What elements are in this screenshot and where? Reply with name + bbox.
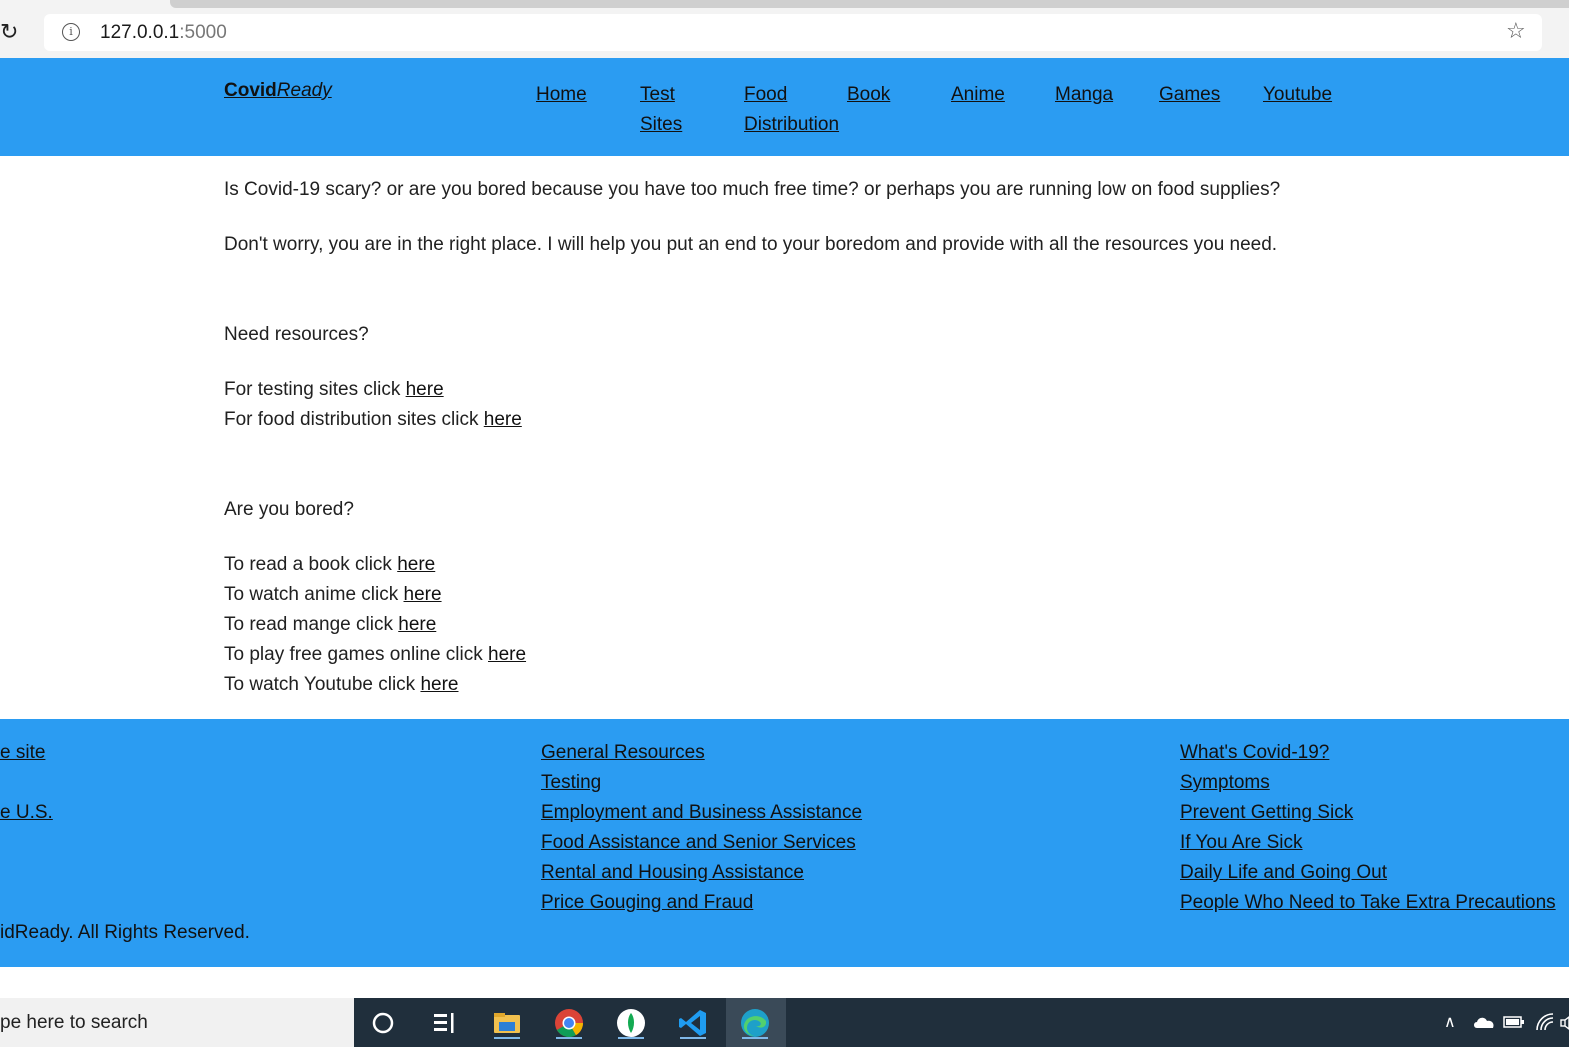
anime-line: To watch anime click here <box>224 583 442 607</box>
edge-icon[interactable] <box>738 1006 772 1040</box>
battery-icon[interactable] <box>1503 1015 1525 1029</box>
resources-heading: Need resources? <box>224 324 369 345</box>
youtube-here-link[interactable]: here <box>420 674 458 695</box>
testing-text: For testing sites click <box>224 379 406 400</box>
nav-food-line1: Food <box>744 84 788 105</box>
anime-here-link[interactable]: here <box>404 584 442 605</box>
nav-anime[interactable]: Anime <box>951 80 1005 110</box>
brand-logo[interactable]: CovidReady <box>224 80 332 102</box>
reload-icon[interactable]: ↻ <box>0 20 22 46</box>
footer-daily-life[interactable]: Daily Life and Going Out <box>1180 861 1387 885</box>
anime-text: To watch anime click <box>224 584 404 605</box>
footer-general-resources[interactable]: General Resources <box>541 741 705 765</box>
intro-text-1: Is Covid-19 scary? or are you bored beca… <box>224 179 1281 200</box>
star-icon[interactable]: ☆ <box>1506 20 1526 44</box>
taskbar-search-placeholder: pe here to search <box>0 1012 148 1033</box>
footer-prevent-sick[interactable]: Prevent Getting Sick <box>1180 801 1353 825</box>
footer-testing[interactable]: Testing <box>541 771 601 795</box>
wifi-icon[interactable] <box>1535 1012 1555 1032</box>
cortana-icon[interactable] <box>366 1006 400 1040</box>
nav-youtube[interactable]: Youtube <box>1263 80 1332 110</box>
book-text: To read a book click <box>224 554 398 575</box>
nav-food-line2: Distribution <box>744 114 840 135</box>
footer-left-link-2[interactable]: e U.S. <box>0 801 53 825</box>
tab-strip <box>170 0 1569 8</box>
url-text[interactable]: 127.0.0.1:5000 <box>100 22 227 44</box>
footer-if-sick[interactable]: If You Are Sick <box>1180 831 1303 855</box>
copyright-text: idReady. All Rights Reserved. <box>0 922 250 943</box>
games-here-link[interactable]: here <box>488 644 526 665</box>
bored-heading: Are you bored? <box>224 499 354 520</box>
food-text: For food distribution sites click <box>224 409 484 430</box>
youtube-line: To watch Youtube click here <box>224 673 459 697</box>
book-here-link[interactable]: here <box>397 554 435 575</box>
testing-here-link[interactable]: here <box>406 379 444 400</box>
url-host: 127.0.0.1 <box>100 22 180 43</box>
nav-test-sites[interactable]: Test Sites <box>640 80 682 140</box>
nav-games[interactable]: Games <box>1159 80 1220 110</box>
nav-book[interactable]: Book <box>847 80 890 110</box>
footer-symptoms[interactable]: Symptoms <box>1180 771 1270 795</box>
nav-test-sites-line1: Test <box>640 84 675 105</box>
food-here-link[interactable]: here <box>484 409 522 430</box>
mongodb-compass-icon[interactable] <box>614 1006 648 1040</box>
book-line: To read a book click here <box>224 553 435 577</box>
testing-line: For testing sites click here <box>224 378 444 402</box>
games-line: To play free games online click here <box>224 643 526 667</box>
file-explorer-icon[interactable] <box>490 1006 524 1040</box>
footer-whats-covid[interactable]: What's Covid-19? <box>1180 741 1329 765</box>
footer-price-gouging[interactable]: Price Gouging and Fraud <box>541 891 753 915</box>
footer-extra-precautions[interactable]: People Who Need to Take Extra Precaution… <box>1180 891 1556 915</box>
speaker-icon[interactable] <box>1560 1016 1569 1030</box>
youtube-text: To watch Youtube click <box>224 674 421 695</box>
manga-line: To read mange click here <box>224 613 436 637</box>
manga-text: To read mange click <box>224 614 399 635</box>
brand-italic: Ready <box>276 80 332 101</box>
footer-employment[interactable]: Employment and Business Assistance <box>541 801 862 825</box>
info-icon[interactable]: i <box>62 23 80 41</box>
chrome-icon[interactable] <box>552 1006 586 1040</box>
nav-home[interactable]: Home <box>536 80 587 110</box>
onedrive-icon[interactable] <box>1472 1014 1496 1030</box>
food-line: For food distribution sites click here <box>224 408 522 432</box>
footer-food-assistance[interactable]: Food Assistance and Senior Services <box>541 831 856 855</box>
brand-bold: Covid <box>224 80 277 101</box>
tray-chevron-icon[interactable]: ∧ <box>1444 1012 1456 1032</box>
intro-text-2: Don't worry, you are in the right place.… <box>224 234 1278 255</box>
footer-left-link-1[interactable]: e site <box>0 741 45 765</box>
address-bar[interactable] <box>44 14 1542 51</box>
games-text: To play free games online click <box>224 644 489 665</box>
vscode-icon[interactable] <box>676 1006 710 1040</box>
manga-here-link[interactable]: here <box>398 614 436 635</box>
nav-food-distribution[interactable]: Food Distribution <box>744 80 839 140</box>
task-view-icon[interactable] <box>427 1006 461 1040</box>
footer-rental-housing[interactable]: Rental and Housing Assistance <box>541 861 804 885</box>
nav-test-sites-line2: Sites <box>640 114 683 135</box>
url-port: :5000 <box>179 22 227 43</box>
nav-manga[interactable]: Manga <box>1055 80 1113 110</box>
